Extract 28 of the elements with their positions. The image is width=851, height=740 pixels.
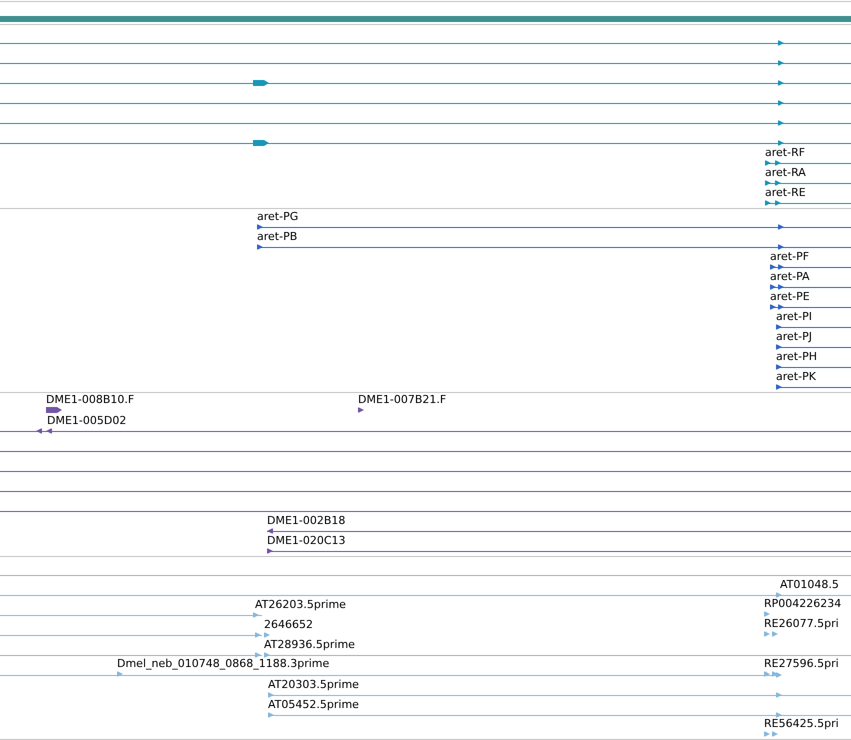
feature-label: AT01048.5 xyxy=(780,578,839,591)
feature-label: DME1-002B18 xyxy=(267,514,346,527)
feature-label: aret-RE xyxy=(765,186,806,199)
feature-label: aret-PH xyxy=(776,350,817,363)
feature-label: DME1-007B21.F xyxy=(358,393,446,406)
feature-label: Dmel_neb_010748_0868_1188.3prime xyxy=(117,657,330,670)
feature-label: aret-PK xyxy=(776,370,816,383)
feature-label: DME1-020C13 xyxy=(267,534,346,547)
feature-label: RE26077.5pri xyxy=(764,617,839,630)
feature-label: AT26203.5prime xyxy=(255,598,346,611)
feature-label: aret-RF xyxy=(765,146,806,159)
feature-label: aret-RA xyxy=(765,166,806,179)
feature-label: AT20303.5prime xyxy=(268,678,359,691)
feature-label: aret-PF xyxy=(770,250,810,263)
feature-label: RP004226234 xyxy=(764,597,842,610)
feature-label: aret-PE xyxy=(770,290,810,303)
feature-label: aret-PA xyxy=(770,270,810,283)
feature-label: 2646652 xyxy=(264,618,313,631)
feature-label: RE27596.5pri xyxy=(764,657,839,670)
feature-label: aret-PI xyxy=(776,310,812,323)
feature-label: AT28936.5prime xyxy=(264,638,355,651)
feature-label: DME1-008B10.F xyxy=(46,393,134,406)
feature-label: aret-PB xyxy=(257,230,298,243)
feature-label: DME1-005D02 xyxy=(47,414,126,427)
feature-label: aret-PG xyxy=(257,210,298,223)
feature-label: aret-PJ xyxy=(776,330,812,343)
feature-label: RE56425.5pri xyxy=(764,717,839,730)
feature-label: AT05452.5prime xyxy=(268,698,359,711)
